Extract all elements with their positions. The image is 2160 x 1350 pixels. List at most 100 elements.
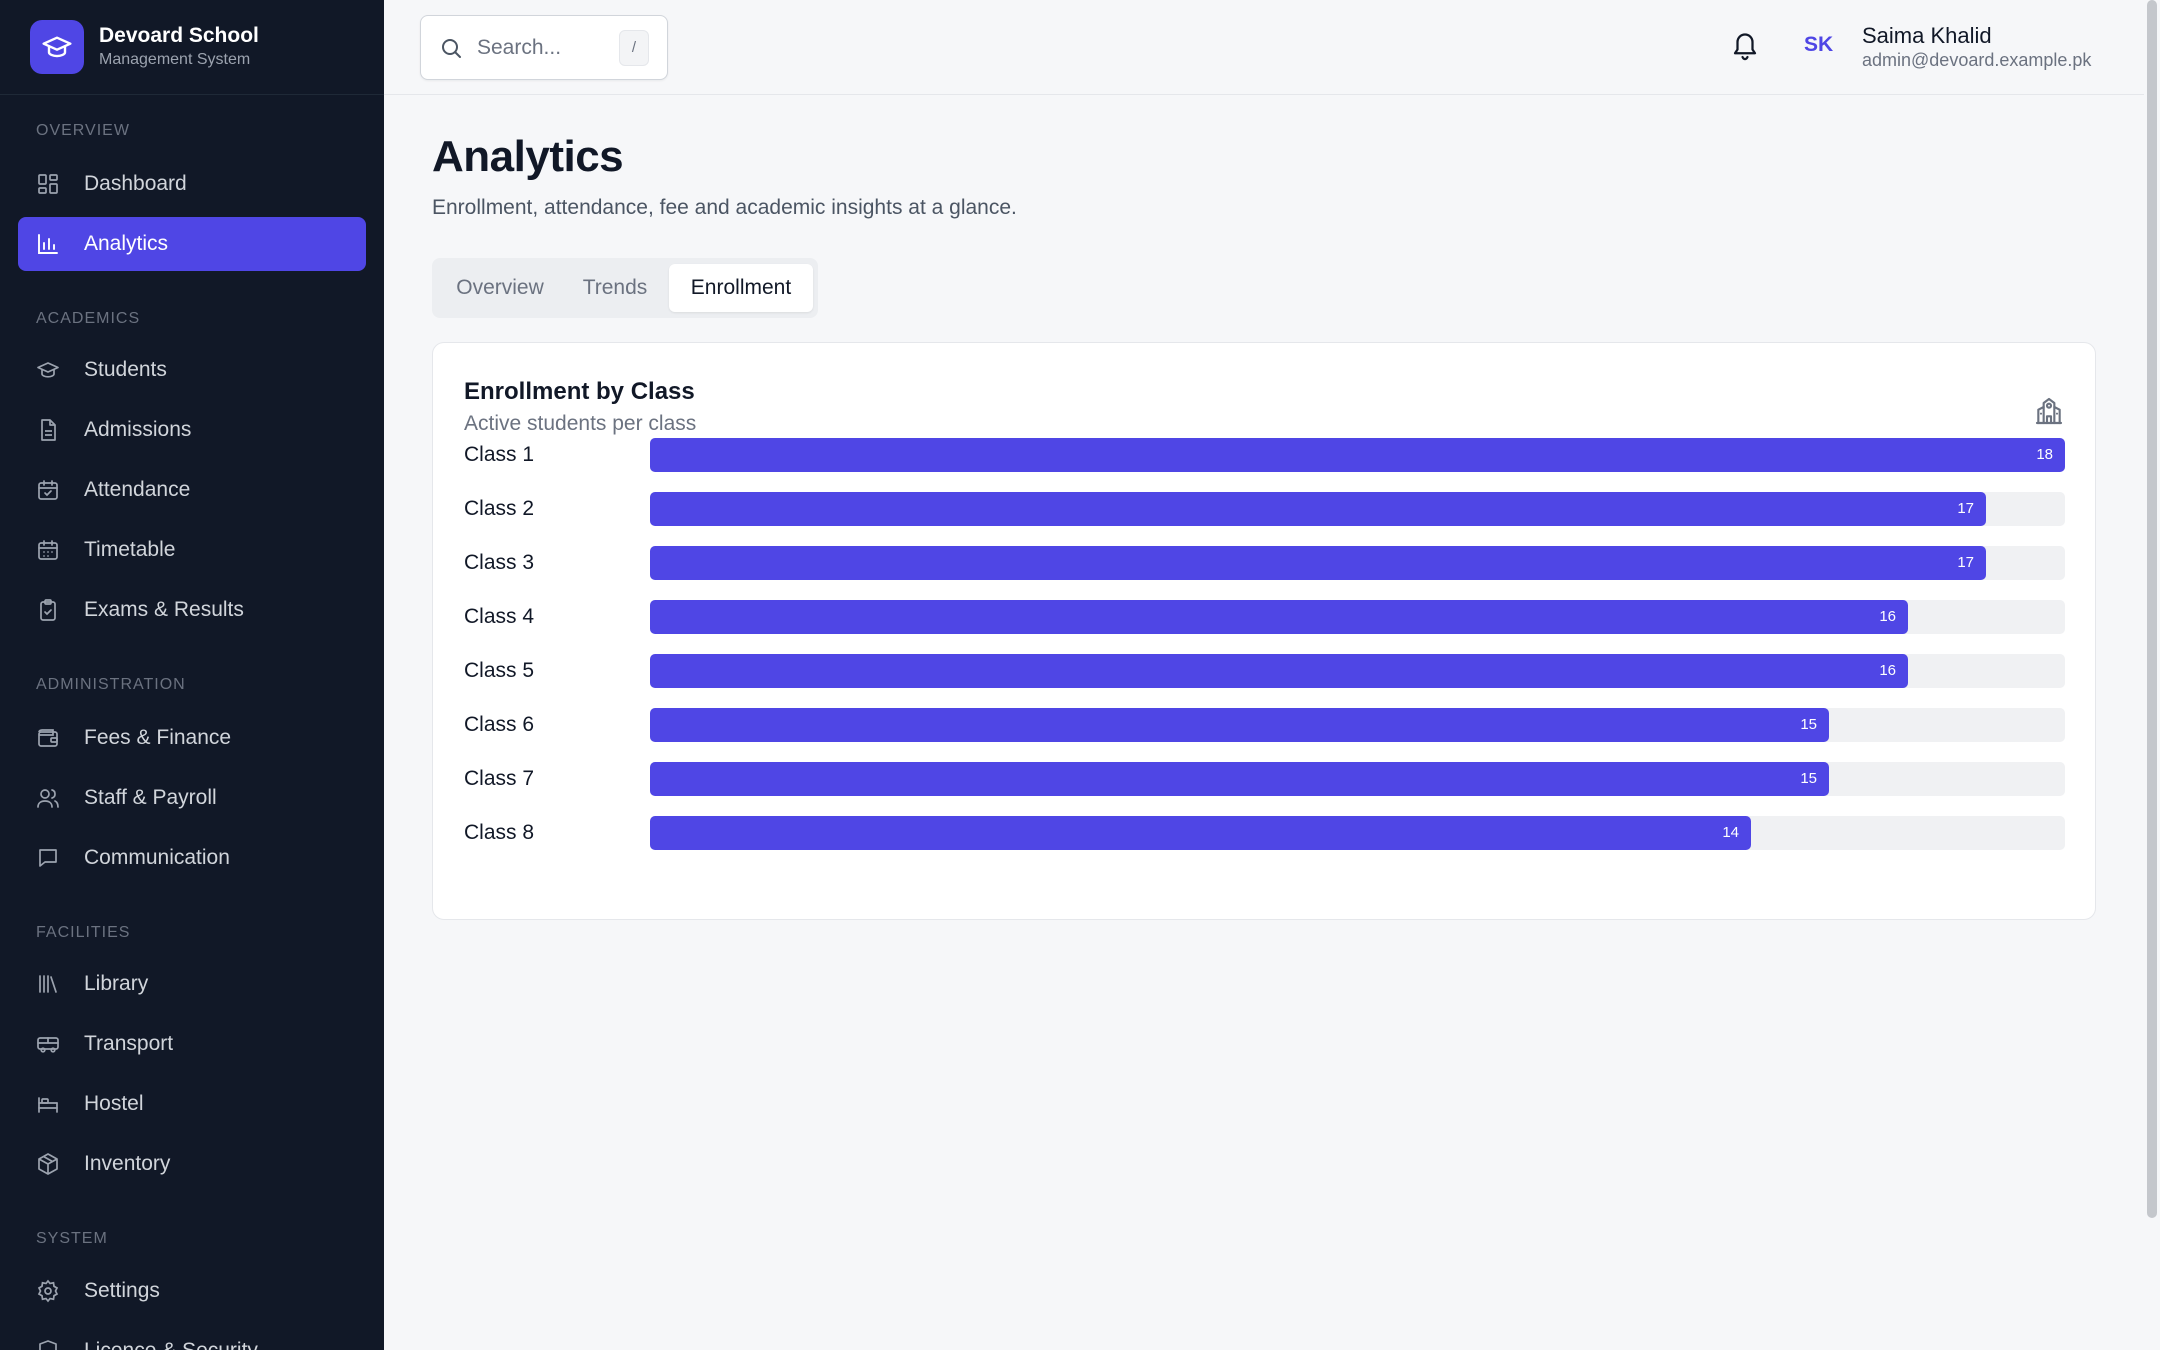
sidebar-item-label: Library (84, 972, 149, 995)
bar-label: Class 6 (464, 713, 535, 736)
search-box[interactable]: Search... / (420, 15, 668, 80)
card-subtitle: Active students per class (464, 412, 697, 435)
bar-track: 17 (650, 546, 2065, 580)
bar-track: 16 (650, 654, 2065, 688)
sidebar-item-label: Settings (84, 1279, 160, 1302)
sidebar-item-communication[interactable]: Communication (18, 831, 366, 885)
message-icon (36, 846, 60, 870)
sidebar-item-library[interactable]: Library (18, 957, 366, 1011)
calendar-check-icon (36, 478, 60, 502)
calendar-icon (36, 538, 60, 562)
sidebar-item-hostel[interactable]: Hostel (18, 1077, 366, 1131)
graduation-cap-icon (36, 358, 60, 382)
package-icon (36, 1152, 60, 1176)
nav-section-administration: ADMINISTRATION (36, 676, 186, 693)
nav-section-system: SYSTEM (36, 1230, 108, 1247)
sidebar-item-settings[interactable]: Settings (18, 1264, 366, 1318)
bar-chart-icon (36, 232, 60, 256)
user-name[interactable]: Saima Khalid (1862, 23, 1992, 49)
bus-icon (36, 1032, 60, 1056)
sidebar-item-label: Dashboard (84, 172, 187, 195)
brand-name: Devoard School (99, 24, 259, 47)
bar[interactable]: 18 (650, 438, 2065, 472)
search-input[interactable]: Search... (477, 36, 619, 60)
tab-enrollment[interactable]: Enrollment (669, 264, 813, 312)
bar[interactable]: 16 (650, 654, 1908, 688)
tab-trends[interactable]: Trends (562, 264, 668, 312)
bar-label: Class 8 (464, 821, 535, 844)
bar-value-label: 15 (1800, 716, 1817, 733)
sidebar-item-fees-finance[interactable]: Fees & Finance (18, 711, 366, 765)
bar-value-label: 16 (1879, 608, 1896, 625)
users-icon (36, 786, 60, 810)
sidebar-item-students[interactable]: Students (18, 343, 366, 397)
bar-track: 15 (650, 708, 2065, 742)
brand[interactable]: Devoard School Management System (0, 0, 384, 95)
sidebar-item-inventory[interactable]: Inventory (18, 1137, 366, 1191)
school-building-icon (2035, 397, 2063, 425)
bar-track: 16 (650, 600, 2065, 634)
sidebar-item-label: Licence & Security (84, 1339, 258, 1350)
sidebar-item-exams-results[interactable]: Exams & Results (18, 583, 366, 637)
tab-list: Overview Trends Enrollment (432, 258, 818, 318)
sidebar-item-timetable[interactable]: Timetable (18, 523, 366, 577)
bar-value-label: 16 (1879, 662, 1896, 679)
sidebar-item-label: Analytics (84, 232, 169, 255)
bar-label: Class 1 (464, 443, 535, 466)
bar-track: 17 (650, 492, 2065, 526)
nav-section-overview: OVERVIEW (36, 122, 130, 139)
bar[interactable]: 17 (650, 546, 1986, 580)
sidebar-item-label: Communication (84, 846, 230, 869)
bar[interactable]: 15 (650, 762, 1829, 796)
sidebar-item-attendance[interactable]: Attendance (18, 463, 366, 517)
card-title: Enrollment by Class (464, 378, 695, 405)
sidebar-item-label: Fees & Finance (84, 726, 232, 749)
library-icon (36, 972, 60, 996)
gear-icon (36, 1279, 60, 1303)
bar-track: 14 (650, 816, 2065, 850)
bar-value-label: 18 (2036, 446, 2053, 463)
notification-bell-icon[interactable] (1730, 32, 1760, 62)
dashboard-icon (36, 172, 60, 196)
avatar[interactable]: SK (1804, 33, 1833, 57)
bar-label: Class 7 (464, 767, 535, 790)
bar-value-label: 17 (1957, 554, 1974, 571)
sidebar-item-label: Attendance (84, 478, 191, 501)
sidebar-item-label: Timetable (84, 538, 176, 561)
bar-value-label: 17 (1957, 500, 1974, 517)
nav-section-academics: ACADEMICS (36, 310, 141, 327)
bar[interactable]: 14 (650, 816, 1751, 850)
sidebar-item-transport[interactable]: Transport (18, 1017, 366, 1071)
tab-overview[interactable]: Overview (438, 264, 562, 312)
bar-label: Class 2 (464, 497, 535, 520)
scrollbar-thumb[interactable] (2147, 0, 2157, 1218)
sidebar-item-label: Students (84, 358, 167, 381)
bar-label: Class 4 (464, 605, 535, 628)
sidebar-item-analytics[interactable]: Analytics (18, 217, 366, 271)
sidebar-item-label: Transport (84, 1032, 174, 1055)
search-shortcut-key: / (619, 29, 649, 66)
bar[interactable]: 17 (650, 492, 1986, 526)
bar-label: Class 3 (464, 551, 535, 574)
sidebar-item-admissions[interactable]: Admissions (18, 403, 366, 457)
wallet-icon (36, 726, 60, 750)
search-icon (442, 38, 461, 58)
sidebar-item-staff-payroll[interactable]: Staff & Payroll (18, 771, 366, 825)
sidebar-item-label: Inventory (84, 1152, 171, 1175)
bar-label: Class 5 (464, 659, 535, 682)
document-icon (36, 418, 60, 442)
bar-value-label: 14 (1722, 824, 1739, 841)
sidebar-item-label: Exams & Results (84, 598, 244, 621)
brand-subtitle: Management System (99, 51, 251, 68)
bar[interactable]: 15 (650, 708, 1829, 742)
page-scrollbar[interactable] (2144, 0, 2160, 1350)
graduation-cap-logo-icon (30, 20, 84, 74)
bar-track: 15 (650, 762, 2065, 796)
enrollment-card: Enrollment by Class Active students per … (432, 342, 2096, 920)
sidebar: Devoard School Management System OVERVIE… (0, 0, 384, 1350)
top-header: Search... / SK Saima Khalid admin@devoar… (384, 0, 2144, 95)
sidebar-item-licence-security[interactable]: Licence & Security (18, 1324, 366, 1350)
sidebar-item-dashboard[interactable]: Dashboard (18, 157, 366, 211)
nav-section-facilities: FACILITIES (36, 924, 131, 941)
bar[interactable]: 16 (650, 600, 1908, 634)
